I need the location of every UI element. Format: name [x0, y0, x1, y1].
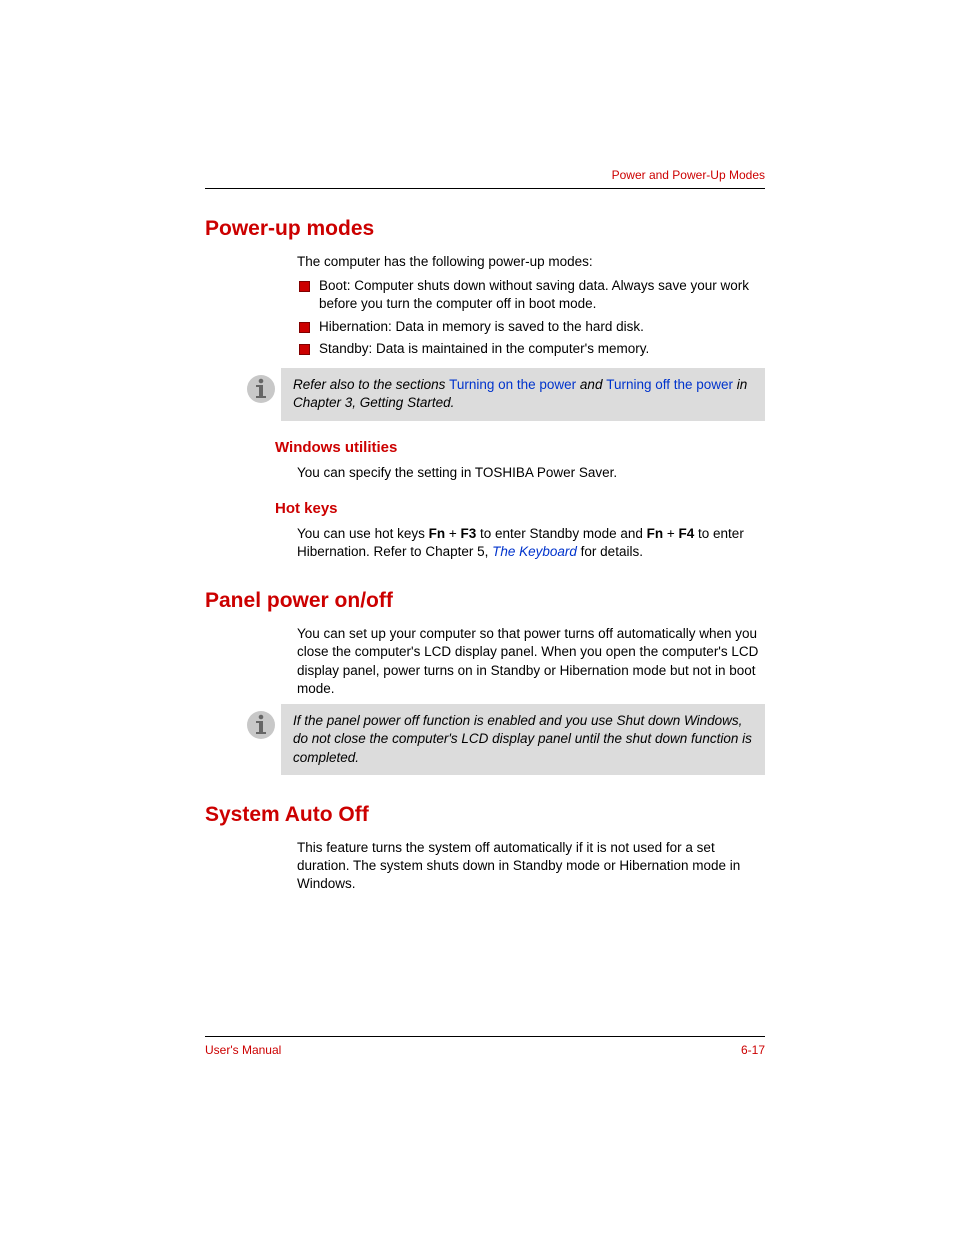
- page-header: Power and Power-Up Modes: [205, 168, 765, 189]
- note-pre: Refer also to the sections: [293, 377, 449, 392]
- info-icon: [241, 368, 281, 404]
- link-turning-on[interactable]: Turning on the power: [449, 377, 576, 392]
- note-panel-power: If the panel power off function is enabl…: [241, 704, 765, 775]
- note-mid: and: [576, 377, 606, 392]
- system-auto-off-text: This feature turns the system off automa…: [297, 839, 765, 894]
- heading-windows-utilities: Windows utilities: [275, 439, 765, 456]
- list-item: Boot: Computer shuts down without saving…: [297, 277, 765, 313]
- text-frag: +: [663, 526, 678, 541]
- footer-page-number: 6-17: [741, 1043, 765, 1057]
- note-text: Refer also to the sections Turning on th…: [281, 368, 765, 420]
- link-keyboard[interactable]: The Keyboard: [492, 544, 577, 559]
- heading-power-up-modes: Power-up modes: [205, 217, 765, 241]
- list-item: Hibernation: Data in memory is saved to …: [297, 318, 765, 336]
- note-text: If the panel power off function is enabl…: [281, 704, 765, 775]
- link-turning-off[interactable]: Turning off the power: [606, 377, 733, 392]
- text-frag: You can use hot keys: [297, 526, 429, 541]
- intro-text: The computer has the following power-up …: [297, 253, 765, 271]
- key-f4: F4: [679, 526, 695, 541]
- power-modes-list: Boot: Computer shuts down without saving…: [297, 277, 765, 358]
- text-frag: to enter Standby mode and: [476, 526, 646, 541]
- key-f3: F3: [460, 526, 476, 541]
- note-refer-sections: Refer also to the sections Turning on th…: [241, 368, 765, 420]
- hot-keys-text: You can use hot keys Fn + F3 to enter St…: [297, 525, 765, 561]
- list-item: Standby: Data is maintained in the compu…: [297, 340, 765, 358]
- info-icon: [241, 704, 281, 740]
- panel-power-text: You can set up your computer so that pow…: [297, 625, 765, 698]
- heading-hot-keys: Hot keys: [275, 500, 765, 517]
- page-footer: User's Manual 6-17: [205, 1036, 765, 1057]
- text-frag: +: [445, 526, 460, 541]
- footer-left: User's Manual: [205, 1043, 281, 1057]
- text-frag: for details.: [577, 544, 643, 559]
- chapter-title: Power and Power-Up Modes: [612, 168, 765, 182]
- key-fn: Fn: [647, 526, 664, 541]
- key-fn: Fn: [429, 526, 446, 541]
- heading-system-auto-off: System Auto Off: [205, 803, 765, 827]
- windows-utilities-text: You can specify the setting in TOSHIBA P…: [297, 464, 765, 482]
- heading-panel-power: Panel power on/off: [205, 589, 765, 613]
